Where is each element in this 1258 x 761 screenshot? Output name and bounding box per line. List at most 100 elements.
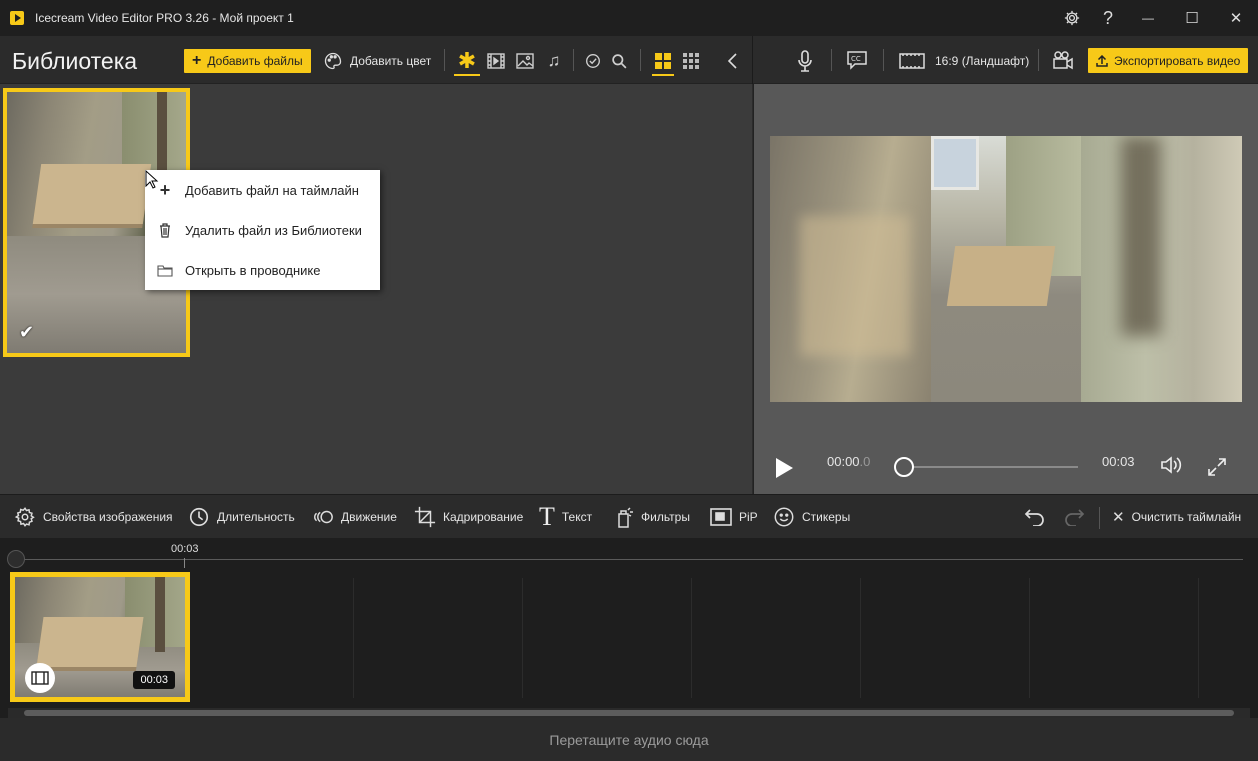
large-grid-view-icon[interactable] <box>652 50 674 72</box>
preview-board <box>946 246 1056 306</box>
grid-line <box>522 578 523 698</box>
minimize-button[interactable]: — <box>1126 0 1170 36</box>
mouse-cursor-icon <box>145 170 159 189</box>
transition-film-icon[interactable] <box>25 663 55 693</box>
maximize-button[interactable]: ☐ <box>1170 0 1214 36</box>
stickers-button[interactable]: Стикеры <box>773 505 850 529</box>
library-title: Библиотека <box>12 48 138 74</box>
motion-button[interactable]: Движение <box>312 505 397 529</box>
current-time: 00:00.0 <box>827 454 870 469</box>
preview-main-image <box>931 136 1081 402</box>
aspect-ratio-button[interactable]: 16:9 (Ландшафт) <box>899 49 1029 73</box>
edit-toolbar: Свойства изображения Длительность Движен… <box>0 494 1258 538</box>
grid-line <box>353 578 354 698</box>
motion-icon <box>312 509 334 525</box>
ruler-tick <box>184 558 185 568</box>
clear-timeline-button[interactable]: ✕ Очистить таймлайн <box>1112 505 1241 529</box>
image-properties-button[interactable]: Свойства изображения <box>14 505 173 529</box>
close-button[interactable]: ✕ <box>1214 0 1258 36</box>
image-filter-icon[interactable] <box>514 50 536 72</box>
close-icon: ✕ <box>1112 509 1125 526</box>
video-filter-icon[interactable] <box>485 50 507 72</box>
audio-filter-icon[interactable]: ♫ <box>543 50 565 72</box>
divider <box>883 49 884 71</box>
context-menu-open-in-explorer[interactable]: Открыть в проводнике <box>145 250 380 290</box>
divider <box>640 49 641 71</box>
preview-blur-right <box>1081 136 1242 402</box>
duration-button[interactable]: Длительность <box>188 505 295 529</box>
all-media-star-icon[interactable]: ✱ <box>456 48 478 73</box>
selected-check-icon: ✔ <box>19 322 35 342</box>
aspect-ratio-icon <box>899 53 925 69</box>
text-button[interactable]: T Текст <box>539 502 593 531</box>
webcam-record-icon[interactable] <box>1052 49 1074 71</box>
window-title: Icecream Video Editor PRO 3.26 - Мой про… <box>35 11 294 25</box>
clear-timeline-label: Очистить таймлайн <box>1131 510 1242 524</box>
filters-button[interactable]: Фильтры <box>616 505 690 529</box>
play-button[interactable] <box>776 458 793 478</box>
thumbnail-board <box>32 164 152 224</box>
grid-line <box>860 578 861 698</box>
text-icon: T <box>539 502 555 531</box>
svg-text:CC: CC <box>851 55 861 63</box>
panel-divider <box>752 36 753 84</box>
plus-icon: + <box>192 52 202 69</box>
timeline-clip[interactable]: 00:03 <box>10 572 190 702</box>
context-menu-item-label: Добавить файл на таймлайн <box>185 182 359 198</box>
context-menu: + Добавить файл на таймлайн Удалить файл… <box>145 170 380 290</box>
volume-icon[interactable] <box>1159 454 1185 476</box>
small-grid-view-icon[interactable] <box>680 50 702 72</box>
edit-tool-label: Длительность <box>217 510 295 524</box>
fullscreen-icon[interactable] <box>1206 456 1228 478</box>
edit-tool-label: Текст <box>561 510 593 524</box>
add-files-button[interactable]: + Добавить файлы <box>184 49 311 73</box>
crop-icon <box>414 506 436 528</box>
settings-gear-icon[interactable] <box>1054 0 1090 36</box>
trash-icon <box>145 222 185 238</box>
filter-icon <box>616 506 634 528</box>
undo-icon[interactable] <box>1024 506 1046 528</box>
clip-board <box>36 617 144 667</box>
search-icon[interactable] <box>608 50 630 72</box>
pip-icon <box>710 508 732 526</box>
edit-tool-label: Кадрирование <box>443 510 524 524</box>
redo-icon[interactable] <box>1063 506 1085 528</box>
total-time: 00:03 <box>1102 454 1135 469</box>
context-menu-remove-from-library[interactable]: Удалить файл из Библиотеки <box>145 210 380 250</box>
export-video-label: Экспортировать видео <box>1114 53 1241 68</box>
grid-line <box>691 578 692 698</box>
preview-frame <box>770 136 1242 402</box>
subtitles-cc-icon[interactable]: CC <box>846 49 868 71</box>
grid-line <box>1029 578 1030 698</box>
microphone-icon[interactable] <box>794 50 816 72</box>
help-button[interactable]: ? <box>1090 0 1126 36</box>
window-controls: ? — ☐ ✕ <box>1054 0 1258 36</box>
add-color-button[interactable]: Добавить цвет <box>323 49 431 73</box>
active-view-underline <box>652 74 674 76</box>
add-color-label: Добавить цвет <box>350 54 432 68</box>
seek-slider[interactable] <box>904 466 1078 468</box>
export-video-button[interactable]: Экспортировать видео <box>1088 48 1249 73</box>
clip-beam <box>155 577 165 652</box>
active-filter-underline <box>454 74 480 76</box>
timeline-scrollbar[interactable] <box>8 708 1250 718</box>
add-files-label: Добавить файлы <box>207 54 303 68</box>
audio-drop-zone[interactable]: Перетащите аудио сюда <box>0 718 1258 761</box>
preview-blur-left <box>770 136 931 402</box>
export-upload-icon <box>1096 54 1108 67</box>
seek-slider-knob[interactable] <box>894 457 914 477</box>
clear-filter-icon[interactable] <box>582 50 604 72</box>
aspect-ratio-label: 16:9 (Ландшафт) <box>935 54 1030 68</box>
divider <box>1038 49 1039 71</box>
scrollbar-thumb[interactable] <box>24 710 1234 716</box>
pip-button[interactable]: PiP <box>710 505 758 529</box>
context-menu-add-to-timeline[interactable]: + Добавить файл на таймлайн <box>145 170 380 210</box>
timeline-ruler[interactable] <box>14 559 1243 560</box>
crop-button[interactable]: Кадрирование <box>414 505 523 529</box>
context-menu-item-label: Открыть в проводнике <box>185 262 321 278</box>
timeline-playhead[interactable] <box>7 550 25 568</box>
edit-tool-label: Движение <box>341 510 397 524</box>
preview-panel: 00:00.0 00:03 <box>753 84 1258 494</box>
collapse-panel-chevron-left-icon[interactable] <box>722 50 744 72</box>
clip-duration-badge: 00:03 <box>133 671 175 689</box>
